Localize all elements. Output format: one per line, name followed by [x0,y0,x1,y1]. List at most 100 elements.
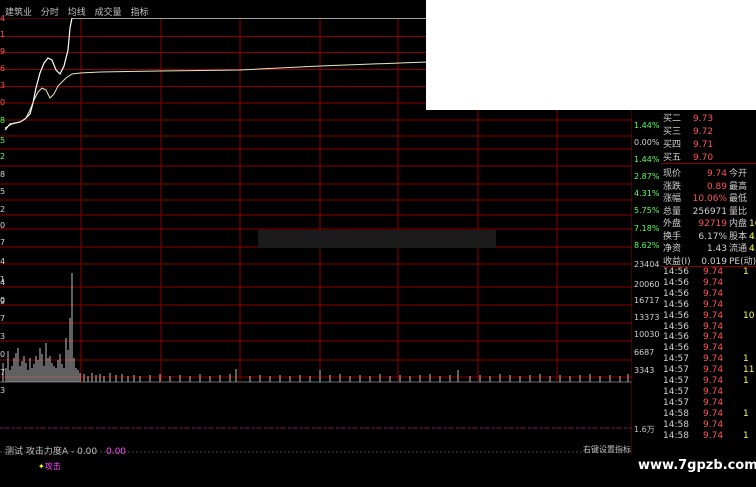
tick-volume: 1 [743,408,749,419]
tick-row: 14:58 9.74 1 [663,409,749,419]
indicator-dash: - [70,447,75,457]
tick-row: 14:56 9.74 10 [663,311,754,321]
price-percent-label: 2.87% [634,172,660,181]
volume-left-tick: 7 [0,368,6,377]
stat-label-2: 股本 [729,231,748,242]
stat-value: 0.019 [701,256,727,267]
tick-time: 14:56 [663,277,689,288]
stat-label: 现价 [663,169,682,179]
price-percent-label: 1.44% [634,155,660,164]
price-left-tick: 1 [0,30,6,39]
tick-time: 14:56 [663,310,689,321]
stat-label-2: 今开 [729,169,748,179]
attack-signal-label: 攻击 [44,462,61,471]
quote-separator [661,163,756,164]
bid-price: 9.72 [693,127,714,137]
indicator-settings-hint[interactable]: 右键设置指标 [583,444,631,455]
stat-value: 1.43 [706,244,727,254]
tab-ma[interactable]: 均线 [68,8,86,18]
tick-price: 9.74 [703,354,724,365]
price-left-tick: 2 [0,152,6,161]
tick-volume: 1 [743,354,749,365]
stat-label: 换手 [663,231,682,242]
tick-price: 9.74 [703,430,724,441]
tick-row: 14:58 9.74 [663,420,743,430]
tab-industry[interactable]: 建筑业 [5,8,32,18]
price-line [4,18,427,131]
stat-row: 外盘 92719内盘164 [663,216,756,229]
tick-volume: 11 [743,365,755,376]
bid-row[interactable]: 买四 9.71 [663,137,713,150]
indicator-value-1: 0.00 [77,447,98,457]
tick-row: 14:56 9.74 [663,343,743,353]
volume-left-tick: 0 [0,350,6,359]
bid-row[interactable]: 买五 9.70 [663,150,713,163]
tab-timeshare[interactable]: 分时 [41,8,59,18]
tick-price: 9.74 [703,408,724,419]
tick-price: 9.74 [703,365,724,376]
tick-volume: 1 [743,376,749,386]
stat-value: 92719 [698,219,727,229]
price-left-tick: 0 [0,98,6,107]
bid-price: 9.70 [693,153,714,163]
bid-label: 买三 [663,127,682,137]
stat-row: 涨幅 10.06% 最低 [663,191,749,204]
volume-left-tick: 0 [0,296,6,305]
volume-axis-label: 10030 [634,330,660,339]
price-percent-label: 0.00% [634,138,660,147]
tick-row: 14:57 9.74 1 [663,376,749,386]
tick-time: 14:57 [663,397,689,408]
tick-price: 9.74 [703,397,724,408]
tick-row: 14:58 9.74 1 [663,431,749,441]
stat-value-2: 164 [749,219,756,229]
stat-row: 现价 9.74 今开 [663,166,749,179]
stat-row: 总量 256971 量比 [663,204,749,217]
tick-time: 14:57 [663,354,689,365]
tick-time: 14:56 [663,299,689,310]
average-price-line [4,61,428,129]
price-left-tick: 5 [0,187,6,196]
tick-time: 14:56 [663,332,689,343]
stat-label: 收益(I) [663,256,691,267]
bid-row[interactable]: 买三 9.72 [663,124,713,137]
bid-price: 9.71 [693,140,714,150]
tick-price: 9.74 [703,277,724,288]
stat-row: 收益(I)0.019PE(动)3 [663,254,756,267]
price-left-tick: 4 [0,257,6,266]
volume-left-tick: 7 [0,314,6,323]
watermark: www.7gpzb.com [638,458,756,473]
stat-value: 256971 [692,206,727,217]
stat-value-2: 4. [749,244,756,254]
tick-time: 14:58 [663,419,689,430]
indicator-name[interactable]: 攻击力度A [26,447,68,457]
price-left-tick: 6 [0,64,6,73]
stat-label-2: 量比 [729,206,748,217]
stat-label-2: 流通 [729,244,748,254]
volume-axis-label: 20060 [634,280,660,289]
bid-row[interactable]: 买二 9.73 [663,111,713,124]
tick-row: 14:56 9.74 1 [663,267,749,277]
tick-row: 14:57 9.74 1 [663,354,749,364]
tab-indicator[interactable]: 指标 [131,8,149,18]
tick-price: 9.74 [703,310,724,321]
tick-row: 14:56 9.74 [663,300,743,310]
volume-left-tick: 3 [0,332,6,341]
price-left-tick: 2 [0,205,6,214]
stat-label-2: 内盘 [729,219,748,229]
price-left-tick: 9 [0,47,6,56]
tick-price: 9.74 [703,288,724,299]
price-percent-label: 5.75% [634,206,660,215]
tick-price: 9.74 [703,419,724,430]
tab-volume[interactable]: 成交量 [95,8,122,18]
price-percent-label: 1.44% [634,121,660,130]
stat-row: 涨跌 0.89 最高 [663,179,749,192]
tick-time: 14:56 [663,343,689,354]
stat-value: 10.06% [692,194,727,204]
tick-row: 14:56 9.74 [663,289,743,299]
volume-axis-label: 23404 [634,260,660,269]
indicator-header: 测试 攻击力度A - 0.00 0.00 [5,444,126,457]
bid-price: 9.73 [693,114,714,124]
tick-price: 9.74 [703,321,724,332]
overlay-bar [258,230,496,248]
tick-time: 14:57 [663,376,689,386]
